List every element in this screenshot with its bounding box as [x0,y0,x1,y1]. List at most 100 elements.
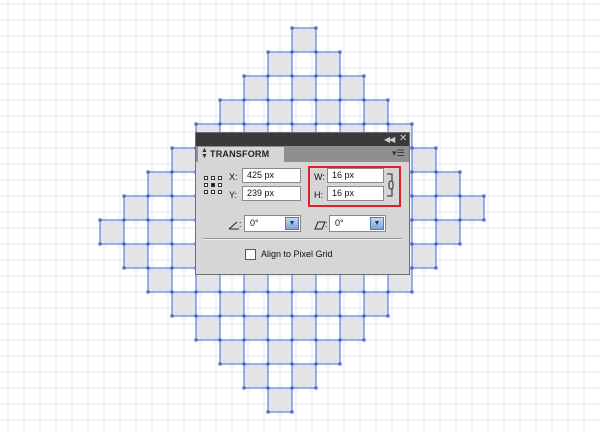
anchor-point [242,122,246,126]
anchor-point [122,266,126,270]
anchor-point [146,242,150,246]
anchor-point [434,266,438,270]
anchor-point [170,218,174,222]
anchor-point [386,122,390,126]
anchor-point [362,338,366,342]
anchor-point [242,386,246,390]
anchor-point [314,314,318,318]
artwork-square [243,315,269,341]
artwork-square [267,99,293,125]
width-field[interactable]: 16 px [327,168,384,183]
artwork-square [339,315,365,341]
constrain-proportions-icon[interactable] [386,172,394,198]
artwork-square [291,363,317,389]
x-field[interactable]: 425 px [242,168,301,183]
anchor-point [194,122,198,126]
reference-point-icon[interactable] [204,176,222,194]
close-icon[interactable]: ✕ [399,133,407,145]
tab-transform[interactable]: ▲ ▼ TRANSFORM [198,147,284,162]
anchor-point [218,290,222,294]
shear-select[interactable]: 0° ▼ [329,215,386,232]
anchor-point [458,170,462,174]
y-field[interactable]: 239 px [242,186,301,201]
anchor-point [410,290,414,294]
ref-point-center[interactable] [211,183,215,187]
anchor-point [362,290,366,294]
anchor-point [266,98,270,102]
artwork-square [315,99,341,125]
shear-colon: : [325,219,328,229]
artwork-square [411,195,437,221]
artwork-square [171,195,197,221]
anchor-point [146,170,150,174]
anchor-point [122,194,126,198]
ref-point-bl[interactable] [204,190,208,194]
double-chevron-icon[interactable]: ◀◀ [384,134,395,145]
anchor-point [314,362,318,366]
anchor-point [410,242,414,246]
artwork-square [195,315,221,341]
anchor-point [170,290,174,294]
ref-point-tr[interactable] [218,176,222,180]
artwork-square [315,291,341,317]
anchor-point [434,218,438,222]
anchor-point [386,290,390,294]
ref-point-ml[interactable] [204,183,208,187]
anchor-point [338,122,342,126]
anchor-point [266,410,270,414]
h-label: H: [314,190,323,200]
anchor-point [242,290,246,294]
anchor-point [194,290,198,294]
artwork-square [339,75,365,101]
rotate-value: 0° [250,218,259,228]
anchor-point [194,338,198,342]
ref-point-tc[interactable] [211,176,215,180]
anchor-point [146,194,150,198]
anchor-point [290,98,294,102]
anchor-point [434,194,438,198]
y-label: Y: [229,190,238,200]
pixel-grid-checkbox[interactable] [245,249,256,260]
artwork-square [171,291,197,317]
panel-tab-row: ▲ ▼ TRANSFORM ▾☰ [196,146,409,162]
artwork-square [411,147,437,173]
anchor-point [170,170,174,174]
artwork-square [315,339,341,365]
panel-divider [203,238,402,240]
panel-menu-icon[interactable]: ▾☰ [392,149,405,158]
anchor-point [218,362,222,366]
chevron-down-icon[interactable]: ▼ [285,217,299,230]
chevron-down-icon[interactable]: ▼ [370,217,384,230]
anchor-point [434,170,438,174]
tab-toggle-icon[interactable]: ▲ ▼ [201,147,208,160]
anchor-point [362,74,366,78]
anchor-point [482,194,486,198]
anchor-point [338,290,342,294]
panel-title-bar[interactable]: ◀◀ ✕ [196,133,409,146]
rotate-select[interactable]: 0° ▼ [244,215,301,232]
artwork-square [363,99,389,125]
anchor-point [410,170,414,174]
artwork-square [99,219,125,245]
anchor-point [170,146,174,150]
ref-point-mr[interactable] [218,183,222,187]
ref-point-tl[interactable] [204,176,208,180]
anchor-point [290,290,294,294]
anchor-point [482,218,486,222]
pixel-grid-label[interactable]: Align to Pixel Grid [261,249,333,259]
artwork-square [435,171,461,197]
anchor-point [122,242,126,246]
artwork-square [147,171,173,197]
anchor-point [410,194,414,198]
ref-point-bc[interactable] [211,190,215,194]
anchor-point [146,218,150,222]
ref-point-br[interactable] [218,190,222,194]
shear-value: 0° [335,218,344,228]
anchor-point [98,218,102,222]
anchor-point [218,98,222,102]
artwork-square [291,75,317,101]
anchor-point [122,218,126,222]
height-field[interactable]: 16 px [327,186,384,201]
anchor-point [266,362,270,366]
x-label: X: [229,172,238,182]
